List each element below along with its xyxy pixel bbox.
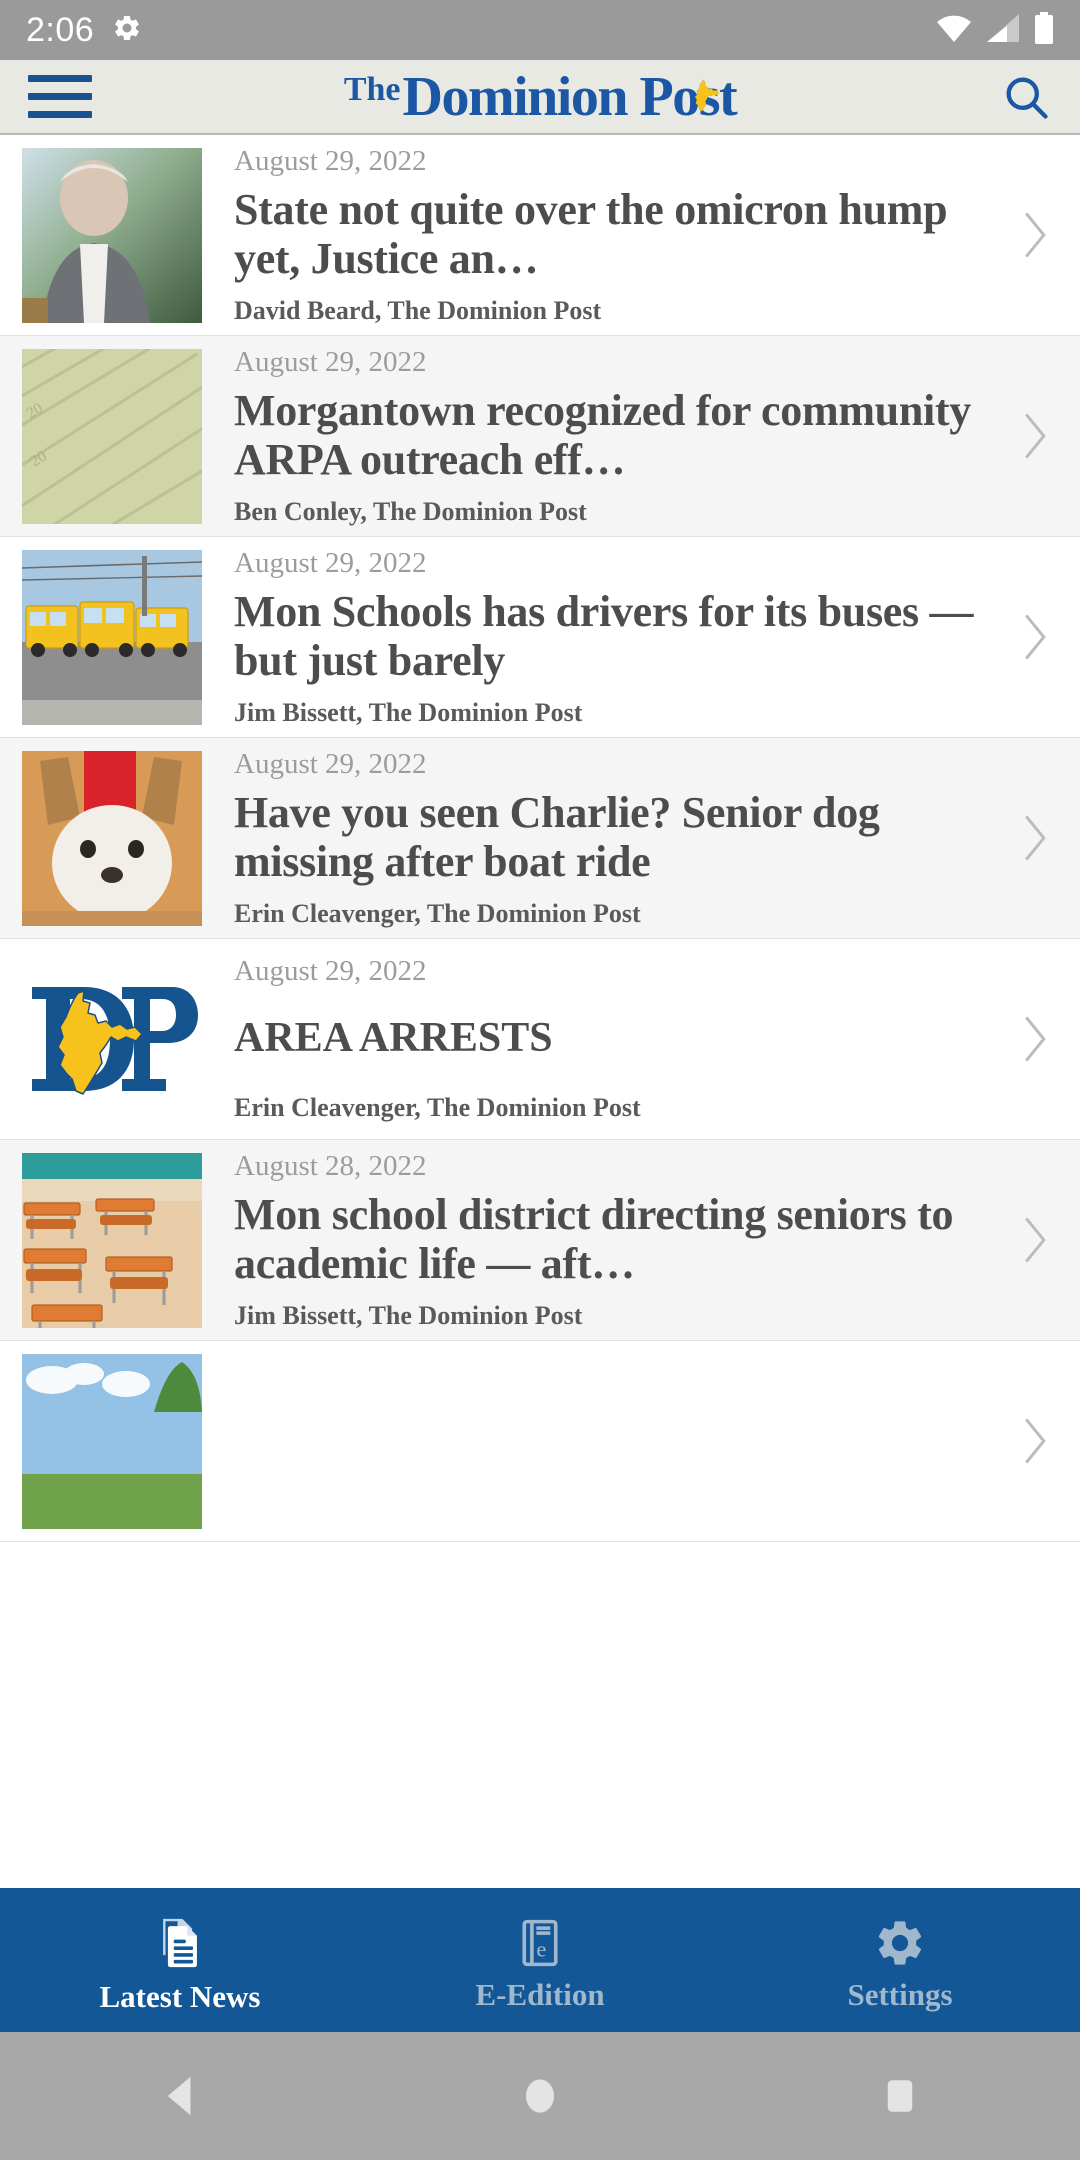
article-body (202, 1433, 1008, 1450)
article-thumbnail (22, 549, 202, 725)
masthead-tail: ost (672, 69, 737, 125)
article-title: Have you seen Charlie? Senior dog missin… (234, 788, 880, 887)
article-title: State not quite over the omicron hump ye… (234, 185, 948, 284)
article-body: August 29, 2022 State not quite over the… (202, 144, 1008, 326)
article-date: August 29, 2022 (234, 145, 427, 178)
article-body: August 29, 2022 Morgantown recognized fo… (202, 345, 1008, 527)
article-date: August 29, 2022 (234, 346, 427, 379)
chevron-right-icon[interactable] (1008, 1012, 1058, 1066)
hamburger-bar (28, 111, 92, 118)
recents-button[interactable] (820, 2032, 980, 2160)
wifi-icon (936, 13, 972, 48)
article-date: August 28, 2022 (234, 1150, 427, 1183)
hamburger-bar (28, 75, 92, 82)
android-system-nav (0, 2032, 1080, 2160)
circle-home-icon (526, 2079, 554, 2113)
article-body: August 29, 2022 Have you seen Charlie? S… (202, 747, 1008, 929)
photo-dollar-bills: 20 20 (22, 348, 202, 524)
article-date: August 29, 2022 (234, 955, 427, 988)
article-thumbnail (22, 952, 202, 1127)
article-byline: Ben Conley, The Dominion Post (234, 496, 587, 526)
svg-text:e: e (536, 1937, 546, 1962)
article-date: August 29, 2022 (234, 547, 427, 580)
nav-tab-label: Latest News (99, 1979, 261, 2014)
document-pages-icon (151, 1914, 209, 1977)
news-list-item[interactable]: August 29, 2022 Mon Schools has drivers … (0, 537, 1080, 738)
chevron-right-icon[interactable] (1008, 1213, 1058, 1267)
e-book-icon: e (513, 1916, 567, 1975)
article-date: August 29, 2022 (234, 748, 427, 781)
news-list-item[interactable]: August 29, 2022 State not quite over the… (0, 135, 1080, 336)
nav-tab-settings[interactable]: Settings (720, 1888, 1080, 2032)
cell-signal-icon (986, 13, 1020, 48)
masthead-the: The (343, 70, 401, 108)
status-time: 2:06 (26, 10, 95, 49)
hamburger-bar (28, 93, 92, 100)
article-title: Mon Schools has drivers for its buses — … (234, 587, 974, 686)
triangle-back-icon (167, 2076, 191, 2116)
gear-icon (112, 13, 142, 48)
news-list[interactable]: August 29, 2022 State not quite over the… (0, 135, 1080, 1888)
square-recents-icon (887, 2080, 913, 2112)
news-list-item[interactable]: August 28, 2022 Mon school district dire… (0, 1140, 1080, 1341)
article-thumbnail: 20 20 (22, 348, 202, 524)
chevron-right-icon[interactable] (1008, 811, 1058, 865)
chevron-right-icon[interactable] (1008, 610, 1058, 664)
article-title: Morgantown recognized for community ARPA… (234, 386, 971, 485)
hamburger-menu-icon[interactable] (28, 75, 92, 118)
photo-school-buses (22, 549, 202, 725)
photo-governor-speaking (22, 147, 202, 323)
chevron-right-icon[interactable] (1008, 1414, 1058, 1468)
nav-tab-latest-news[interactable]: Latest News (0, 1888, 360, 2032)
article-thumbnail (22, 1353, 202, 1529)
status-bar-left: 2:06 (26, 11, 142, 50)
nav-tab-e-edition[interactable]: e E-Edition (360, 1888, 720, 2032)
article-title: AREA ARRESTS (234, 1015, 553, 1062)
gear-icon (873, 1916, 927, 1975)
home-button[interactable] (460, 2032, 620, 2160)
article-byline: Erin Cleavenger, The Dominion Post (234, 1093, 641, 1123)
nav-tab-label: Settings (847, 1977, 953, 2012)
article-byline: Erin Cleavenger, The Dominion Post (234, 898, 641, 928)
back-button[interactable] (100, 2032, 260, 2160)
photo-empty-classroom (22, 1152, 202, 1328)
news-list-item[interactable] (0, 1341, 1080, 1542)
wv-state-icon (695, 78, 720, 112)
news-list-item[interactable]: August 29, 2022 AREA ARRESTS Erin Cleave… (0, 939, 1080, 1140)
app-header: TheDominion Post (0, 60, 1080, 135)
photo-sky-trees (22, 1353, 202, 1529)
status-bar-right (936, 11, 1054, 49)
news-list-item[interactable]: 20 20 August 29, 2022 Morgantown recogni… (0, 336, 1080, 537)
status-bar: 2:06 (0, 0, 1080, 60)
article-byline: David Beard, The Dominion Post (234, 295, 602, 325)
dp-logo-icon (32, 987, 198, 1095)
search-icon[interactable] (988, 71, 1052, 123)
article-body: August 28, 2022 Mon school district dire… (202, 1149, 1008, 1331)
masthead-logo[interactable]: TheDominion Post (92, 60, 988, 133)
article-body: August 29, 2022 Mon Schools has drivers … (202, 546, 1008, 728)
masthead-name: Dominion P (402, 65, 674, 128)
photo-small-dog (22, 750, 202, 926)
article-title: Mon school district directing seniors to… (234, 1190, 954, 1289)
article-byline: Jim Bissett, The Dominion Post (234, 1300, 583, 1330)
article-thumbnail (22, 750, 202, 926)
article-body: August 29, 2022 AREA ARRESTS Erin Cleave… (202, 954, 1008, 1123)
chevron-right-icon[interactable] (1008, 409, 1058, 463)
article-byline: Jim Bissett, The Dominion Post (234, 697, 583, 727)
battery-icon (1034, 11, 1054, 49)
bottom-navigation-bar: Latest News e E-Edition Settings (0, 1888, 1080, 2032)
article-thumbnail (22, 1152, 202, 1328)
nav-tab-label: E-Edition (475, 1977, 605, 2012)
chevron-right-icon[interactable] (1008, 208, 1058, 262)
news-list-item[interactable]: August 29, 2022 Have you seen Charlie? S… (0, 738, 1080, 939)
article-thumbnail (22, 147, 202, 323)
